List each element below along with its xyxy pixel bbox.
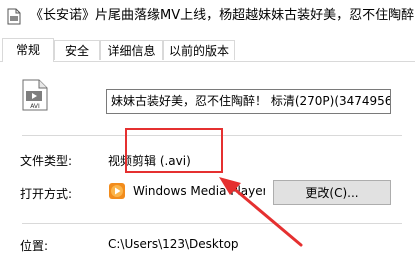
file-icon [7,8,21,25]
tab-details[interactable]: 详细信息 [100,40,163,60]
tab-security[interactable]: 安全 [54,40,100,60]
windows-media-player-icon [109,183,125,199]
location-label: 位置: [20,239,49,253]
file-type-label: 文件类型: [20,154,73,168]
window-title: 《长安诺》片尾曲落缘MV上线，杨超越妹妹古装好美，忍不住陶醉 [30,8,415,23]
tab-previous-versions[interactable]: 以前的版本 [163,40,235,60]
title-bar: 《长安诺》片尾曲落缘MV上线，杨超越妹妹古装好美，忍不住陶醉 [0,0,415,34]
change-button[interactable]: 更改(C)... [273,180,391,205]
tab-strip: 常规 安全 详细信息 以前的版本 [0,38,415,62]
location-value: C:\Users\123\Desktop [108,237,239,251]
file-name-field[interactable]: 妹妹古装好美，忍不住陶醉！ 标清(270P)(3474956) [106,89,391,114]
tab-general[interactable]: 常规 [2,38,54,62]
open-with-label: 打开方式: [20,187,73,201]
avi-file-icon: AVI [22,79,48,111]
file-type-text: AVI [30,103,40,110]
open-with-app-name: Windows Media Player [133,184,265,198]
separator [22,223,402,224]
highlight-annotation-box [125,128,223,173]
